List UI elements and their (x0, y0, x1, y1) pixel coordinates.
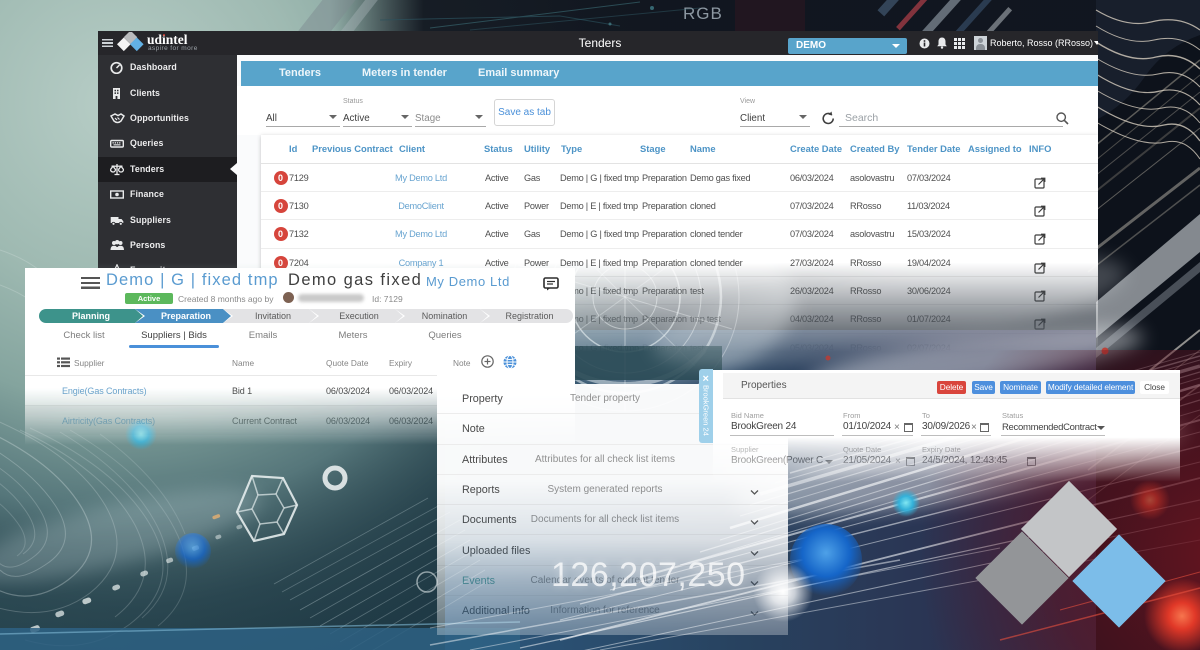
svg-text:RGB: RGB (683, 4, 723, 23)
